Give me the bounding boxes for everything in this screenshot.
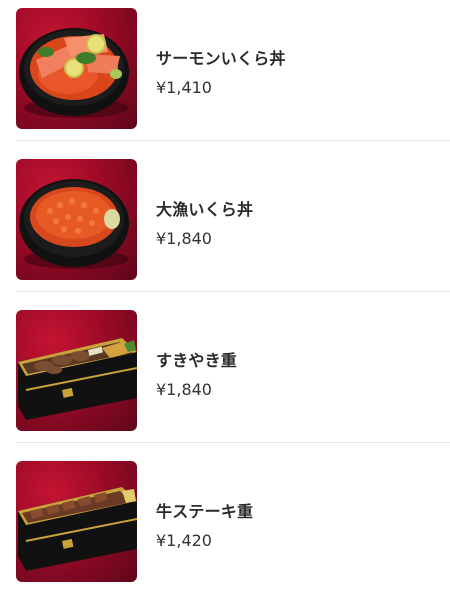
menu-item-price: ¥1,840	[156, 229, 212, 248]
divider	[16, 140, 450, 141]
menu-item-price: ¥1,840	[156, 380, 212, 399]
menu-item-name: サーモンいくら丼	[156, 49, 286, 68]
ikura-bowl-icon	[19, 179, 129, 269]
menu-item-name: 牛ステーキ重	[156, 502, 254, 521]
beef-steak-box-icon	[18, 487, 137, 571]
divider	[16, 291, 450, 292]
menu-item-name: すきやき重	[156, 351, 238, 370]
sukiyaki-box-image	[16, 310, 137, 431]
divider	[16, 442, 450, 443]
menu-item-salmon-ikura-don[interactable]: サーモンいくら丼 ¥1,410	[0, 0, 450, 151]
salmon-ikura-bowl-icon	[19, 28, 129, 118]
sukiyaki-box-icon	[18, 338, 137, 420]
ikura-bowl-image	[16, 159, 137, 280]
beef-steak-box-image	[16, 461, 137, 582]
menu-item-name: 大漁いくら丼	[156, 200, 254, 219]
salmon-ikura-bowl-image	[16, 8, 137, 129]
menu-list: サーモンいくら丼 ¥1,410 大漁いくら丼 ¥1,840 すきやき重 ¥1,8…	[0, 0, 450, 589]
menu-item-price: ¥1,410	[156, 78, 212, 97]
menu-item-gyu-steak-ju[interactable]: 牛ステーキ重 ¥1,420	[0, 453, 450, 589]
menu-item-sukiyaki-ju[interactable]: すきやき重 ¥1,840	[0, 302, 450, 453]
menu-item-price: ¥1,420	[156, 531, 212, 550]
menu-item-tairyo-ikura-don[interactable]: 大漁いくら丼 ¥1,840	[0, 151, 450, 302]
